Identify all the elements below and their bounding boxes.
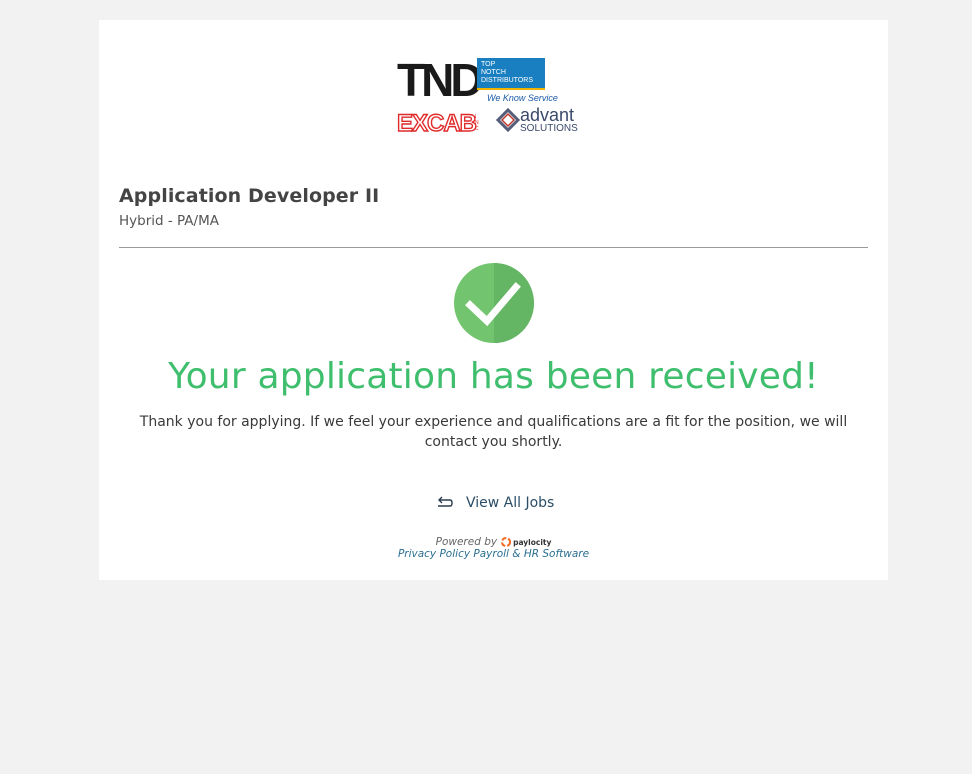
job-location: Hybrid - PA/MA — [119, 213, 219, 229]
svg-text:DISTRIBUTORS: DISTRIBUTORS — [481, 77, 533, 84]
svg-text:TOP: TOP — [481, 61, 496, 68]
powered-by-label: Powered by — [435, 536, 498, 548]
footer-links: Privacy Policy Payroll & HR Software — [99, 548, 888, 560]
svg-text:TND: TND — [397, 54, 482, 106]
privacy-policy-link[interactable]: Privacy Policy — [398, 548, 470, 560]
confirmation-headline: Your application has been received! — [168, 356, 819, 397]
success-check-icon — [454, 263, 534, 343]
paylocity-mark-icon — [501, 537, 512, 547]
company-logo: TND TOP NOTCH DISTRIBUTORS We Know Servi… — [395, 48, 595, 138]
svg-text:We Know Service: We Know Service — [487, 93, 558, 103]
powered-by: Powered by paylocity — [99, 536, 888, 548]
payroll-hr-software-link[interactable]: Payroll & HR Software — [473, 548, 589, 560]
view-all-jobs-label: View All Jobs — [466, 495, 555, 511]
paylocity-logo: paylocity — [501, 537, 551, 547]
divider — [119, 247, 868, 248]
paylocity-brand: paylocity — [513, 537, 552, 547]
confirmation-message: Thank you for applying. If we feel your … — [139, 414, 848, 450]
view-all-jobs-link[interactable]: View All Jobs — [434, 492, 554, 514]
svg-text:SOLUTIONS: SOLUTIONS — [520, 123, 578, 134]
return-arrow-icon — [434, 495, 454, 511]
svg-text:EXCAB: EXCAB — [397, 110, 477, 137]
svg-text:advant: advant — [520, 105, 574, 125]
svg-text:C: C — [475, 126, 479, 132]
confirmation-card: TND TOP NOTCH DISTRIBUTORS We Know Servi… — [99, 20, 888, 580]
svg-text:NOTCH: NOTCH — [481, 69, 506, 76]
job-title: Application Developer II — [119, 185, 380, 207]
